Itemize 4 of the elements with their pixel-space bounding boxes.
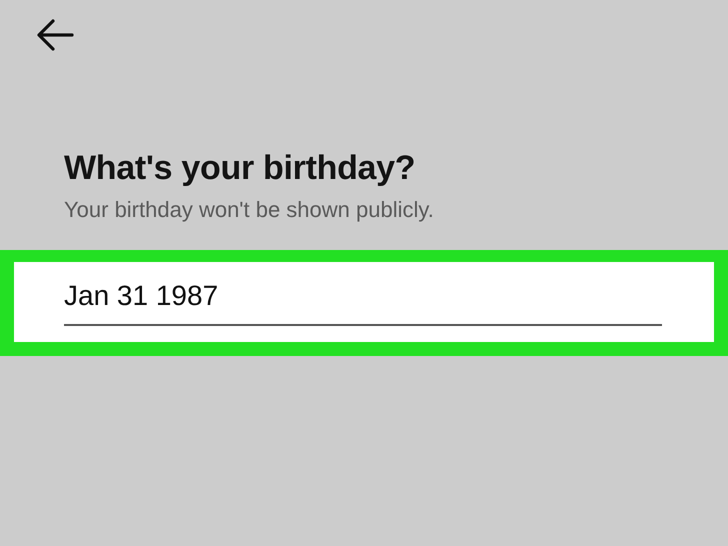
page-title: What's your birthday? bbox=[64, 148, 416, 188]
page-subtitle: Your birthday won't be shown publicly. bbox=[64, 196, 435, 224]
birthday-field[interactable]: Jan 31 1987 bbox=[14, 262, 714, 342]
back-arrow-icon[interactable] bbox=[36, 19, 74, 51]
